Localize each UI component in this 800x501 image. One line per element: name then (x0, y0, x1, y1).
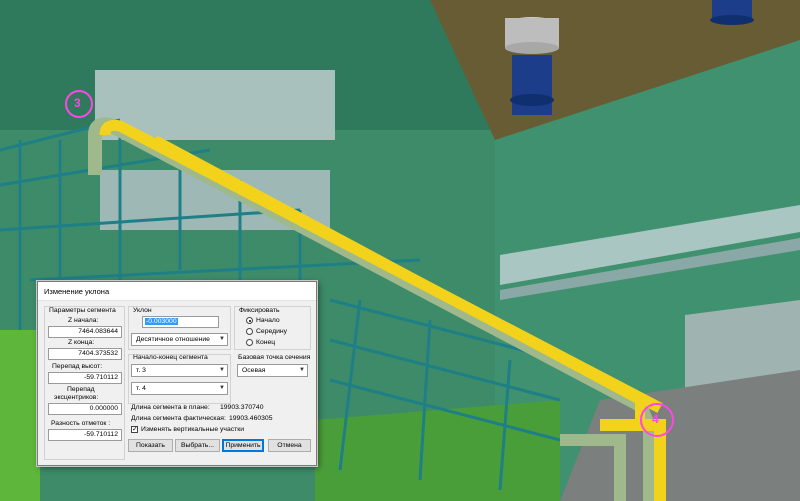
fix-label: Фиксировать (239, 307, 280, 314)
z-end-field[interactable]: 7404.373532 (48, 348, 122, 360)
show-button[interactable]: Показать (128, 439, 173, 452)
point-marker-4: 4 (652, 412, 659, 426)
segment-range-group (128, 354, 231, 404)
slope-input[interactable]: -0.003000 (142, 316, 219, 328)
slope-unit-value: Десятичное отношение (136, 336, 210, 343)
chevron-down-icon: ▼ (219, 336, 225, 342)
slope-unit-select[interactable]: Десятичное отношение ▼ (131, 333, 228, 346)
segment-end-value: т. 4 (136, 385, 146, 392)
plan-length-label: Длина сегмента в плане: (131, 404, 210, 411)
fix-end-label: Конец (256, 339, 276, 346)
ecc-drop-label-2: эксцентриков: (54, 394, 99, 401)
base-point-select[interactable]: Осевая ▼ (237, 364, 308, 377)
elev-diff-label: Разность отметок : (51, 420, 111, 427)
actual-length-value: 19903.460305 (229, 415, 273, 422)
base-point-label: Базовая точка сечения (238, 354, 311, 361)
fix-start-label: Начало (256, 317, 280, 324)
cancel-button[interactable]: Отмена (268, 439, 311, 452)
segment-range-label: Начало-конец сегмента (133, 354, 208, 361)
ecc-drop-field[interactable]: 0.000000 (48, 403, 122, 415)
slope-value: -0.003000 (145, 318, 178, 325)
pick-button[interactable]: Выбрать... (175, 439, 220, 452)
chevron-down-icon: ▼ (219, 385, 225, 391)
height-drop-field[interactable]: -59.710112 (48, 372, 122, 384)
point-marker-3: 3 (74, 96, 81, 110)
slope-change-dialog: Изменение уклона Параметры сегмента Z на… (37, 281, 317, 466)
segment-start-value: т. 3 (136, 367, 146, 374)
vertical-sections-checkbox[interactable]: ✓ (131, 426, 138, 433)
roof-vent (505, 17, 559, 115)
height-drop-label: Перепад высот: (52, 363, 103, 370)
z-start-label: Z начала: (68, 317, 99, 324)
actual-length-label: Длина сегмента фактическая: (131, 415, 226, 422)
plan-length-value: 19903.370740 (220, 404, 264, 411)
segment-start-select[interactable]: т. 3 ▼ (131, 364, 228, 377)
chevron-down-icon: ▼ (219, 367, 225, 373)
dialog-titlebar[interactable]: Изменение уклона (38, 282, 316, 301)
segment-end-select[interactable]: т. 4 ▼ (131, 382, 228, 395)
ecc-drop-label-1: Перепад (67, 386, 95, 393)
segment-params-label: Параметры сегмента (49, 307, 116, 314)
slope-label: Уклон (133, 307, 152, 314)
fix-start-radio[interactable] (246, 317, 253, 324)
z-start-field[interactable]: 7464.083644 (48, 326, 122, 338)
vertical-sections-label: Изменять вертикальные участки (141, 426, 245, 433)
apply-button[interactable]: Применить (222, 439, 264, 452)
chevron-down-icon: ▼ (299, 367, 305, 373)
fix-middle-label: Середину (256, 328, 288, 335)
fix-middle-radio[interactable] (246, 328, 253, 335)
roof-vent (710, 0, 754, 25)
fix-end-radio[interactable] (246, 339, 253, 346)
base-point-value: Осевая (242, 367, 266, 374)
elev-diff-field[interactable]: -59.710112 (48, 429, 122, 441)
z-end-label: Z конца: (68, 339, 95, 346)
dialog-title: Изменение уклона (44, 287, 110, 296)
